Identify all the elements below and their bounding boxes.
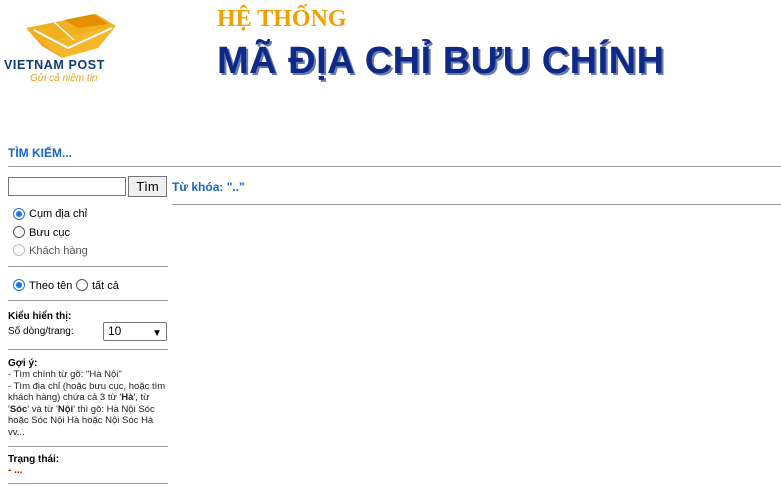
status-value: - ...: [8, 465, 23, 476]
keyword-display: Từ khóa: "..": [172, 180, 245, 194]
radio-tat-ca[interactable]: [76, 279, 88, 291]
divider: [172, 204, 781, 205]
radio-khach-hang[interactable]: [13, 244, 25, 256]
rows-per-page-label: Số dòng/trang:: [8, 326, 74, 337]
rows-per-page-select[interactable]: 10 ▼: [103, 322, 167, 341]
radio-label-khach-hang: Khách hàng: [29, 245, 88, 257]
radio-label-cum-dia-chi: Cụm địa chỉ: [29, 208, 88, 220]
search-button[interactable]: Tìm: [128, 176, 167, 197]
header-title-main: MÃ ĐỊA CHỈ BƯU CHÍNH: [217, 40, 665, 82]
divider: [8, 166, 781, 167]
radio-label-theo-ten: Theo tên: [29, 280, 73, 292]
envelope-icon: [26, 14, 116, 58]
hint-word-2: Sóc: [9, 403, 28, 415]
rows-per-page-value: 10: [108, 324, 122, 338]
radio-buu-cuc[interactable]: [13, 226, 25, 238]
hint-word-1: Hà: [121, 392, 134, 404]
search-heading: TÌM KIẾM...: [8, 146, 72, 160]
logo-wordmark: VIETNAM POST: [4, 58, 105, 72]
divider: [8, 483, 168, 484]
hint-heading: Gợi ý:: [8, 358, 38, 369]
divider: [8, 266, 168, 267]
hint-line-2: - Tìm địa chỉ (hoặc bưu cục, hoặc tìm kh…: [8, 380, 166, 438]
divider: [8, 349, 168, 350]
divider: [8, 446, 168, 447]
hint-word-3: Nội: [57, 403, 74, 415]
hint-line-1: - Tìm chính từ gõ: "Hà Nội": [8, 369, 122, 380]
header-title-small: HỆ THỐNG: [217, 6, 347, 32]
radio-label-tat-ca: tất cả: [92, 280, 119, 292]
hint-text: - Tìm chính từ gõ: "Hà Nội" - Tìm địa ch…: [8, 369, 170, 439]
divider: [8, 300, 168, 301]
display-heading: Kiểu hiển thị:: [8, 311, 72, 322]
logo-tagline: Gửi cả niềm tin: [30, 73, 98, 84]
radio-theo-ten[interactable]: [13, 279, 25, 291]
radio-cum-dia-chi[interactable]: [13, 208, 25, 220]
chevron-down-icon: ▼: [152, 328, 162, 339]
radio-label-buu-cuc: Bưu cục: [29, 227, 70, 239]
status-heading: Trạng thái:: [8, 454, 60, 465]
search-input[interactable]: [8, 177, 126, 196]
